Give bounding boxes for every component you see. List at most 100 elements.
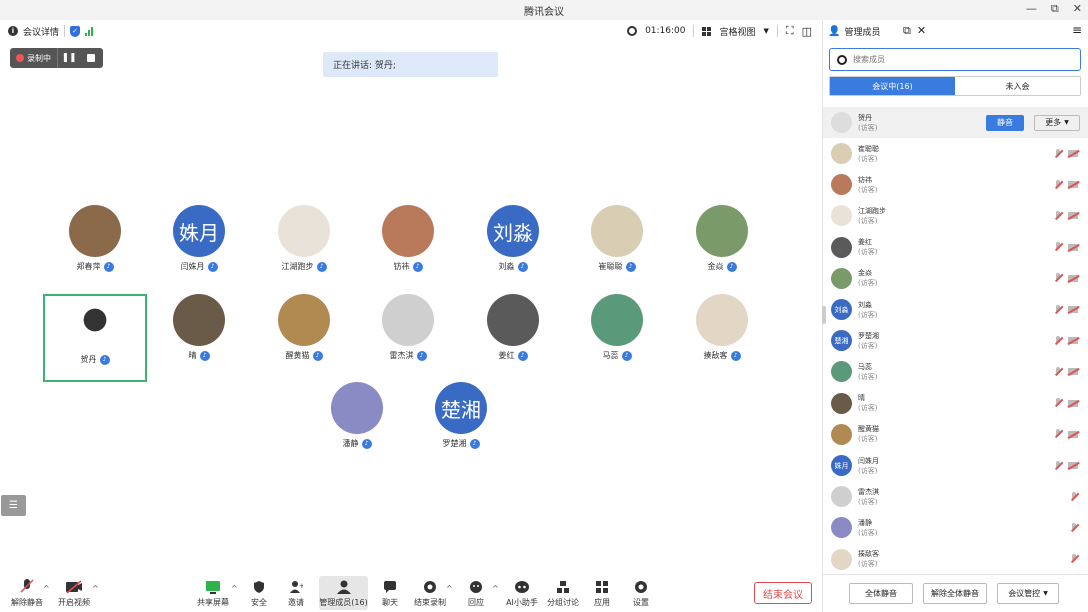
mic-off-icon[interactable] xyxy=(1054,335,1062,346)
participant-name-row: 郑春萍 ♪ xyxy=(77,261,114,272)
camera-off-icon[interactable] xyxy=(1068,306,1078,313)
popout-icon[interactable]: ⧉ xyxy=(903,24,911,38)
member-row[interactable]: 揍敌客 (访客) xyxy=(823,544,1088,575)
mic-off-icon[interactable] xyxy=(1054,179,1062,190)
mic-off-icon[interactable] xyxy=(1070,554,1078,564)
participant-tile[interactable]: 刘淼 刘淼 ♪ xyxy=(461,205,565,293)
list-toggle-button[interactable]: ☰ xyxy=(1,495,26,516)
meeting-info-link[interactable]: 会议详情 xyxy=(23,25,59,38)
camera-off-icon[interactable] xyxy=(1068,274,1078,282)
recording-status[interactable]: 录制中 xyxy=(10,48,58,68)
member-row[interactable]: 楚湘 罗楚湘 (访客) xyxy=(823,325,1088,356)
member-row[interactable]: 贺丹 (访客) 静音 更多 ▼ xyxy=(823,107,1088,138)
member-row[interactable]: 晴 (访客) xyxy=(823,388,1088,419)
participant-tile[interactable]: 钫祎 ♪ xyxy=(356,205,460,293)
invite-button[interactable]: + 邀请 xyxy=(272,576,320,608)
participant-tile[interactable]: 潘静 ♪ xyxy=(305,382,409,470)
mic-off-icon[interactable] xyxy=(1054,460,1062,471)
end-meeting-button[interactable]: 结束会议 xyxy=(754,582,812,604)
participant-tile[interactable]: 楚湘 罗楚湘 ♪ xyxy=(409,382,513,470)
panel-resize-handle[interactable] xyxy=(822,306,826,324)
manage-members-button[interactable]: 管理成员(16) xyxy=(319,576,368,610)
participant-tile[interactable]: 姜红 ♪ xyxy=(461,294,565,382)
mic-status-icon: ♪ xyxy=(625,261,636,272)
member-row[interactable]: 崔聪聪 (访客) xyxy=(823,138,1088,169)
search-box[interactable] xyxy=(829,48,1081,71)
member-row[interactable]: 姝月 闫姝月 (访客) xyxy=(823,450,1088,481)
mic-off-icon[interactable] xyxy=(1070,522,1078,533)
member-row[interactable]: 姜红 (访客) xyxy=(823,232,1088,263)
member-row[interactable]: 潘静 (访客) xyxy=(823,512,1088,543)
restore-icon[interactable]: ⧉ xyxy=(1051,2,1059,16)
participant-tile[interactable]: 马蕊 ♪ xyxy=(565,294,669,382)
camera-off-icon[interactable] xyxy=(1068,368,1078,376)
grid-view-icon[interactable] xyxy=(702,26,712,36)
chat-icon xyxy=(383,576,397,594)
participant-tile[interactable]: 姝月 闫姝月 ♪ xyxy=(147,205,251,293)
member-role: (访客) xyxy=(858,341,878,350)
chevron-up-icon[interactable]: ^ xyxy=(43,584,50,593)
mic-off-icon[interactable] xyxy=(1070,491,1078,502)
mic-off-icon[interactable] xyxy=(1054,148,1062,159)
stop-recording-button[interactable] xyxy=(80,48,102,68)
tab-in-meeting[interactable]: 会议中(16) xyxy=(830,77,955,95)
meeting-control-button[interactable]: 会议管控 ▼ xyxy=(997,583,1059,604)
chevron-down-icon[interactable]: ▼ xyxy=(764,27,769,35)
participant-tile[interactable]: 江湖跑步 ♪ xyxy=(252,205,356,293)
pause-recording-button[interactable]: ❚❚ xyxy=(58,48,80,68)
member-row[interactable]: 醒黄猫 (访客) xyxy=(823,419,1088,450)
participant-tile[interactable]: 晴 ♪ xyxy=(147,294,251,382)
menu-icon[interactable]: ≡ xyxy=(1072,23,1082,37)
start-video-button[interactable]: 开启视频 xyxy=(50,576,98,608)
mic-off-icon xyxy=(20,576,34,594)
participant-tile[interactable]: 郑春萍 ♪ xyxy=(43,205,147,293)
search-input[interactable] xyxy=(853,55,1053,64)
layout-icon[interactable]: ◫ xyxy=(802,25,812,38)
unmute-all-button[interactable]: 解除全体静音 xyxy=(923,583,987,604)
fullscreen-icon[interactable]: ⛶ xyxy=(786,24,794,38)
apps-icon xyxy=(595,576,609,594)
view-mode-dropdown[interactable]: 宫格视图 xyxy=(719,25,755,38)
mic-off-icon[interactable] xyxy=(1054,273,1062,283)
member-row[interactable]: 江湖跑步 (访客) xyxy=(823,200,1088,231)
member-row[interactable]: 雷杰淇 (访客) xyxy=(823,481,1088,512)
close-icon[interactable]: ✕ xyxy=(917,24,926,38)
participant-tile[interactable]: 醒黄猫 ♪ xyxy=(252,294,356,382)
participant-tile[interactable]: 崔聪聪 ♪ xyxy=(565,205,669,293)
member-row[interactable]: 马蕊 (访客) xyxy=(823,356,1088,387)
member-row[interactable]: 刘淼 刘淼 (访客) xyxy=(823,294,1088,325)
camera-off-icon[interactable] xyxy=(1068,337,1078,345)
camera-off-icon[interactable] xyxy=(1068,150,1078,157)
mic-off-icon[interactable] xyxy=(1054,210,1062,221)
settings-button[interactable]: 设置 xyxy=(617,576,665,608)
share-screen-button[interactable]: 共享屏幕 xyxy=(189,576,237,608)
camera-off-icon[interactable] xyxy=(1068,399,1078,407)
member-row[interactable]: 金焱 (访客) xyxy=(823,263,1088,294)
info-icon[interactable]: i xyxy=(8,26,18,36)
chevron-up-icon[interactable]: ^ xyxy=(92,584,99,593)
participant-tile[interactable]: 揍敌客 ♪ xyxy=(670,294,774,382)
minimize-icon[interactable]: — xyxy=(1026,2,1037,16)
shield-icon[interactable]: ✓ xyxy=(70,25,81,37)
camera-off-icon[interactable] xyxy=(1068,430,1078,438)
camera-off-icon[interactable] xyxy=(1068,181,1078,189)
camera-off-icon[interactable] xyxy=(1068,462,1078,469)
participant-tile[interactable]: 金焱 ♪ xyxy=(670,205,774,293)
close-icon[interactable]: ✕ xyxy=(1073,2,1082,16)
mute-all-button[interactable]: 全体静音 xyxy=(849,583,913,604)
mic-off-icon[interactable] xyxy=(1054,398,1062,408)
mic-off-icon[interactable] xyxy=(1054,304,1062,315)
signal-icon[interactable] xyxy=(85,26,94,36)
tab-not-joined[interactable]: 未入会 xyxy=(955,77,1080,95)
participant-tile[interactable]: 贺丹 ♪ xyxy=(43,294,147,382)
mute-member-button[interactable]: 静音 xyxy=(986,114,1024,131)
participant-tile[interactable]: 雷杰淇 ♪ xyxy=(356,294,460,382)
member-row[interactable]: 钫祎 (访客) xyxy=(823,169,1088,200)
mic-off-icon[interactable] xyxy=(1054,429,1062,439)
camera-off-icon[interactable] xyxy=(1068,212,1078,220)
camera-off-icon[interactable] xyxy=(1068,243,1078,251)
recording-label: 录制中 xyxy=(27,53,51,63)
mic-off-icon[interactable] xyxy=(1054,366,1062,377)
mic-off-icon[interactable] xyxy=(1054,242,1062,252)
more-options-button[interactable]: 更多 ▼ xyxy=(1034,114,1080,131)
